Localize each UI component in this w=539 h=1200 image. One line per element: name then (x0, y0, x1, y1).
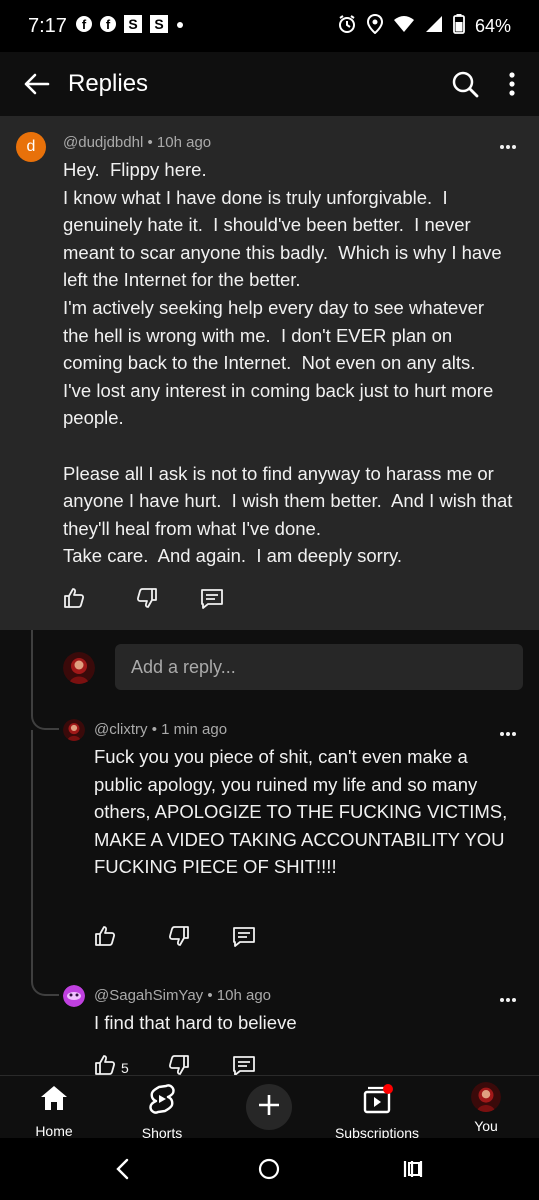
avatar[interactable]: d (16, 132, 46, 162)
comment-more-icon[interactable] (498, 137, 518, 157)
meta-separator: • (151, 721, 157, 738)
dot-icon (175, 17, 185, 35)
comment-icon (232, 925, 256, 954)
page-title: Replies (68, 70, 149, 97)
reply-body: Fuck you you piece of shit, can't even m… (94, 746, 513, 878)
reply-body: I find that hard to believe (94, 1012, 297, 1033)
more-vertical-icon[interactable] (509, 72, 515, 96)
alarm-icon (337, 14, 357, 39)
svg-text:f: f (106, 17, 111, 32)
s-app-icon: S (149, 14, 169, 39)
s-app-icon: S (123, 14, 143, 39)
like-button[interactable] (93, 924, 121, 953)
thread-line (31, 730, 33, 966)
user-avatar (471, 1082, 501, 1112)
thumbs-down-icon (167, 924, 191, 953)
location-icon (366, 13, 383, 39)
system-back-icon[interactable] (114, 1158, 130, 1185)
create-button[interactable] (246, 1084, 292, 1130)
add-reply-input[interactable]: Add a reply... (115, 644, 523, 690)
plus-icon (257, 1093, 281, 1122)
thumbs-up-icon (62, 586, 86, 615)
subscriptions-icon (361, 1084, 393, 1119)
reply-time: 10h ago (216, 987, 272, 1004)
thread-line (31, 630, 33, 700)
svg-text:f: f (82, 17, 87, 32)
nav-subscriptions[interactable]: Subscriptions (332, 1076, 422, 1141)
nav-you-label: You (474, 1118, 498, 1134)
comment-body: Hey. Flippy here. I know what I have don… (63, 159, 513, 567)
reply-button[interactable] (232, 925, 256, 954)
reply-more-icon[interactable] (498, 990, 518, 1010)
thumbs-down-icon (135, 586, 159, 615)
reply-button[interactable] (200, 587, 224, 616)
nav-you[interactable]: You (456, 1076, 516, 1139)
avatar[interactable] (63, 719, 85, 741)
battery-percent: 64% (474, 15, 511, 36)
thumbs-up-icon (93, 924, 117, 953)
shorts-icon (148, 1084, 176, 1119)
reply-meta: @SagahSimYay • 10h ago (94, 987, 271, 1004)
comment-icon (200, 587, 224, 616)
reply-author[interactable]: @clixtry (94, 721, 148, 738)
reply-meta: @clixtry • 1 min ago (94, 721, 227, 738)
system-recents-icon[interactable] (402, 1158, 424, 1185)
comment-author[interactable]: @dudjdbdhl (63, 134, 143, 151)
battery-icon (453, 13, 465, 39)
top-app-bar: Replies (0, 52, 539, 116)
reply-author[interactable]: @SagahSimYay (94, 987, 203, 1004)
meta-separator: • (207, 987, 213, 1004)
user-avatar (63, 652, 95, 684)
comment-time: 10h ago (156, 134, 212, 151)
wifi-icon (393, 15, 415, 38)
reply-more-icon[interactable] (498, 724, 518, 744)
back-arrow-icon[interactable] (22, 72, 50, 96)
home-icon (39, 1084, 69, 1117)
nav-shorts[interactable]: Shorts (132, 1076, 192, 1141)
nav-home-label: Home (35, 1123, 73, 1139)
thread-connector (31, 700, 59, 730)
reply-time: 1 min ago (161, 721, 228, 738)
system-navigation-bar (0, 1138, 539, 1200)
like-count: 5 (121, 1059, 129, 1076)
comment-meta: @dudjdbdhl • 10h ago (63, 134, 211, 151)
facebook-icon: f (75, 15, 93, 38)
status-bar: 7:17 f f S S 64% (0, 0, 539, 52)
like-button[interactable] (62, 586, 86, 615)
avatar[interactable] (63, 985, 85, 1007)
dislike-button[interactable] (167, 924, 191, 953)
facebook-icon: f (99, 15, 117, 38)
svg-text:S: S (128, 16, 137, 32)
svg-text:S: S (154, 16, 163, 32)
search-icon[interactable] (451, 70, 479, 98)
system-home-icon[interactable] (258, 1158, 280, 1185)
signal-icon (425, 15, 443, 38)
thread-connector (31, 966, 59, 996)
status-time: 7:17 (28, 14, 67, 37)
dislike-button[interactable] (135, 586, 159, 615)
nav-home[interactable]: Home (24, 1076, 84, 1139)
meta-separator: • (147, 134, 153, 151)
